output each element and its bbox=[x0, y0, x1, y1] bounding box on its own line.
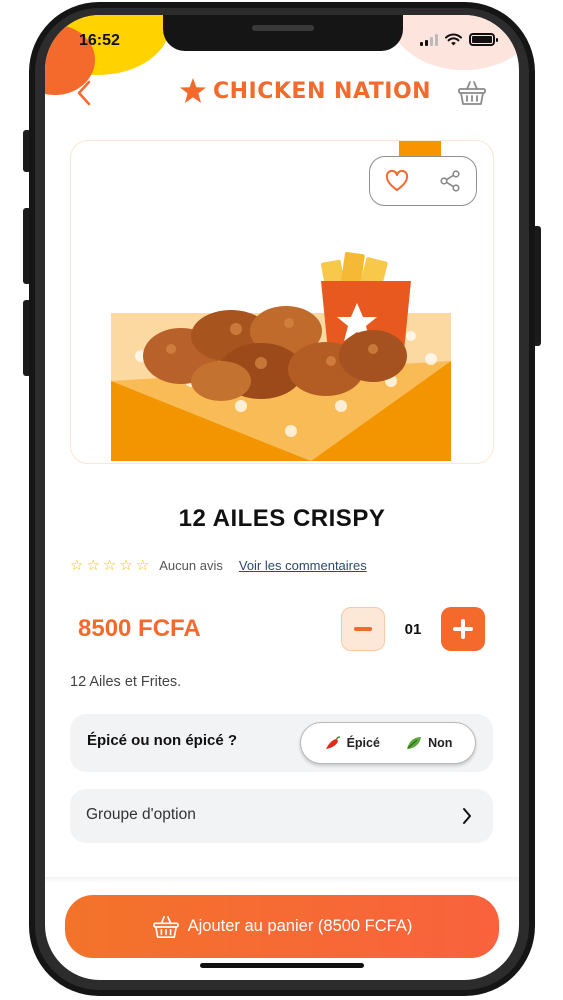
star-empty-icon: ☆ bbox=[70, 557, 84, 574]
product-price: 8500 FCFA bbox=[78, 615, 201, 642]
brand-flag bbox=[399, 141, 441, 157]
leaf-icon bbox=[407, 737, 422, 749]
action-box bbox=[369, 156, 477, 206]
status-time: 16:52 bbox=[79, 32, 120, 49]
phone-frame: 16:52 CHICKEN NATION 12 AILES CRISPY ☆ ☆… bbox=[0, 0, 563, 1000]
signal-icon bbox=[420, 33, 438, 46]
back-button[interactable] bbox=[69, 78, 99, 108]
status-icons bbox=[420, 33, 498, 46]
star-empty-icon: ☆ bbox=[86, 557, 100, 574]
product-image bbox=[111, 252, 451, 461]
rating-row: ☆ ☆ ☆ ☆ ☆ Aucun avis Voir les commentair… bbox=[70, 558, 367, 573]
add-to-cart-button[interactable]: Ajouter au panier (8500 FCFA) bbox=[65, 895, 499, 958]
basket-icon bbox=[152, 915, 179, 938]
decrease-quantity-button[interactable] bbox=[341, 607, 385, 651]
spicy-option-label: Épicé bbox=[346, 736, 380, 750]
basket-icon bbox=[458, 81, 486, 105]
spicy-question: Épicé ou non épicé ? bbox=[87, 732, 238, 749]
star-empty-icon: ☆ bbox=[135, 557, 150, 574]
add-to-cart-label: Ajouter au panier (8500 FCFA) bbox=[187, 917, 413, 935]
star-logo-icon bbox=[180, 78, 206, 103]
brand-logo: CHICKEN NATION bbox=[179, 77, 431, 105]
mild-option-label: Non bbox=[428, 736, 453, 750]
share-icon bbox=[439, 170, 460, 192]
wifi-icon bbox=[445, 33, 462, 46]
spicy-option-no[interactable]: Non bbox=[405, 735, 452, 751]
star-empty-icon: ☆ bbox=[102, 557, 117, 574]
plus-icon bbox=[453, 619, 473, 639]
chili-icon bbox=[325, 736, 340, 749]
notch bbox=[163, 15, 403, 51]
cart-basket-button[interactable] bbox=[455, 77, 489, 109]
product-image-card bbox=[70, 140, 494, 464]
star-empty-icon: ☆ bbox=[119, 557, 133, 574]
rating-stars: ☆ ☆ ☆ ☆ ☆ bbox=[70, 558, 149, 573]
app-screen: 16:52 CHICKEN NATION 12 AILES CRISPY ☆ ☆… bbox=[45, 15, 519, 980]
spicy-option-row: Épicé ou non épicé ? Épicé Non bbox=[70, 714, 493, 772]
option-group-row[interactable]: Groupe d'option bbox=[70, 789, 493, 843]
spicy-option-yes[interactable]: Épicé bbox=[324, 735, 380, 751]
back-chevron-icon bbox=[77, 80, 91, 106]
no-review-text: Aucun avis bbox=[159, 558, 223, 573]
quantity-value: 01 bbox=[404, 620, 422, 638]
increase-quantity-button[interactable] bbox=[441, 607, 485, 651]
chevron-right-icon bbox=[463, 808, 471, 824]
product-title: 12 AILES CRISPY bbox=[178, 505, 386, 532]
heart-icon bbox=[385, 170, 408, 191]
spicy-toggle: Épicé Non bbox=[300, 722, 476, 764]
see-comments-link[interactable]: Voir les commentaires bbox=[239, 558, 367, 573]
quantity-stepper: 01 bbox=[341, 607, 485, 651]
share-button[interactable] bbox=[434, 165, 466, 197]
bottom-divider bbox=[45, 877, 519, 883]
header: CHICKEN NATION bbox=[45, 73, 519, 113]
home-indicator bbox=[200, 963, 364, 968]
notch-speaker bbox=[252, 25, 314, 31]
product-description: 12 Ailes et Frites. bbox=[70, 674, 182, 690]
minus-icon bbox=[354, 627, 372, 631]
option-group-label: Groupe d'option bbox=[86, 806, 196, 823]
favorite-button[interactable] bbox=[381, 165, 413, 197]
battery-icon bbox=[469, 33, 498, 46]
brand-name: CHICKEN NATION bbox=[213, 78, 432, 104]
